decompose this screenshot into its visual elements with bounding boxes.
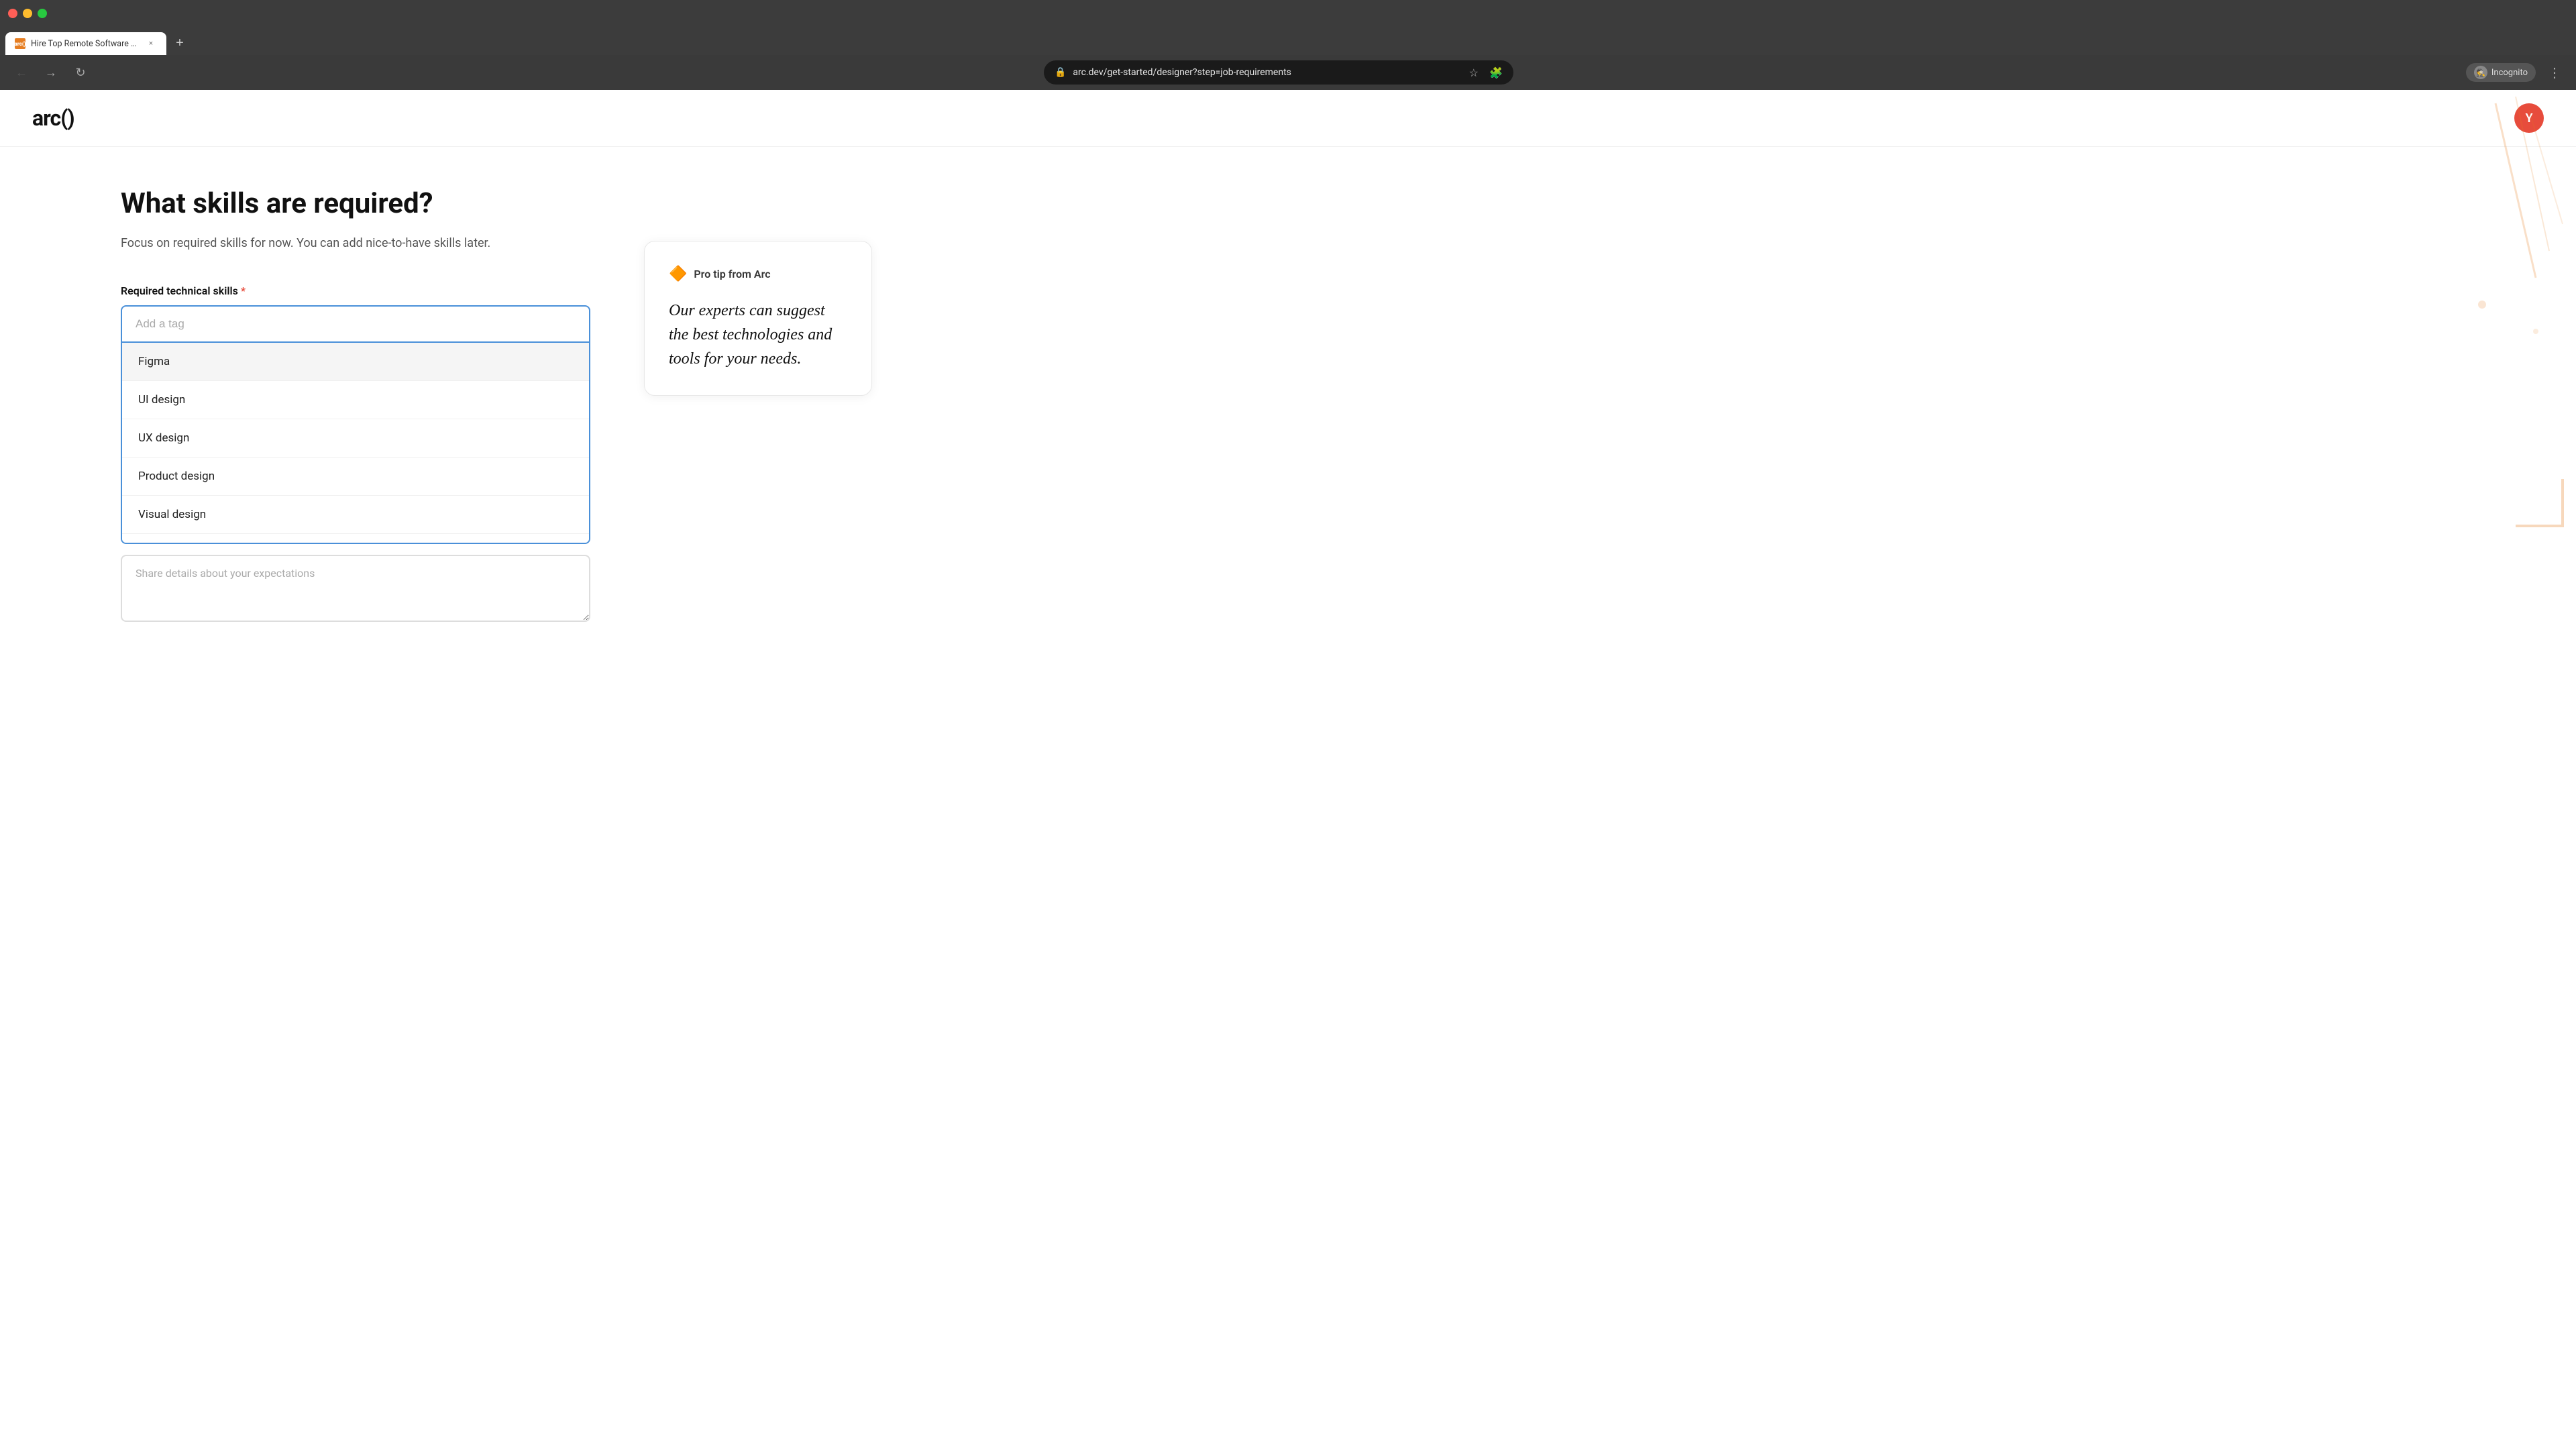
page-heading: What skills are required? — [121, 187, 590, 221]
incognito-label: Incognito — [2491, 68, 2528, 78]
pro-tip-label: Pro tip from Arc — [694, 268, 770, 280]
skills-dropdown: Figma UI design UX design Product design… — [121, 343, 590, 544]
pro-tip-section: 🔶 Pro tip from Arc Our experts can sugge… — [644, 187, 872, 625]
site-header: arc() Y — [0, 90, 2576, 147]
new-tab-button[interactable]: + — [170, 34, 189, 52]
form-section: What skills are required? Focus on requi… — [121, 187, 590, 625]
tag-input[interactable] — [121, 305, 590, 343]
dropdown-item-prototyping[interactable]: Prototyping — [122, 534, 589, 544]
pro-tip-header: 🔶 Pro tip from Arc — [669, 266, 847, 282]
address-bar[interactable]: 🔒 arc.dev/get-started/designer?step=job-… — [1044, 60, 1513, 85]
dropdown-item-visual-design[interactable]: Visual design — [122, 496, 589, 534]
pro-tip-icon: 🔶 — [669, 266, 687, 282]
user-avatar[interactable]: Y — [2514, 103, 2544, 133]
maximize-window-button[interactable] — [38, 9, 47, 18]
required-indicator: * — [241, 284, 246, 297]
expectations-textarea[interactable] — [121, 555, 590, 622]
bookmark-icon[interactable]: ☆ — [1469, 66, 1479, 79]
site-logo[interactable]: arc() — [32, 105, 74, 131]
main-container: What skills are required? Focus on requi… — [0, 147, 2576, 665]
address-text: arc.dev/get-started/designer?step=job-re… — [1073, 67, 1462, 78]
tag-input-wrapper: Figma UI design UX design Product design… — [121, 305, 590, 544]
tabs-bar: arc() Hire Top Remote Software Dev × + — [0, 27, 2576, 55]
dropdown-item-ui-design[interactable]: UI design — [122, 381, 589, 419]
field-label: Required technical skills * — [121, 284, 590, 297]
extensions-icon[interactable]: 🧩 — [1489, 66, 1503, 79]
address-bar-row: ← → ↻ 🔒 arc.dev/get-started/designer?ste… — [0, 55, 2576, 90]
dropdown-item-ux-design[interactable]: UX design — [122, 419, 589, 458]
dropdown-item-product-design[interactable]: Product design — [122, 458, 589, 496]
browser-menu-button[interactable]: ⋮ — [2544, 62, 2565, 83]
forward-button[interactable]: → — [40, 62, 62, 83]
back-button[interactable]: ← — [11, 62, 32, 83]
address-icons: ☆ 🧩 — [1469, 66, 1503, 79]
incognito-icon: 🕵 — [2474, 66, 2487, 79]
page-subtext: Focus on required skills for now. You ca… — [121, 234, 590, 252]
minimize-window-button[interactable] — [23, 9, 32, 18]
tab-favicon: arc() — [15, 38, 25, 49]
page-content: arc() Y What skills are required? Focus … — [0, 90, 2576, 1449]
dropdown-item-figma[interactable]: Figma — [122, 343, 589, 381]
titlebar — [0, 0, 2576, 27]
active-tab[interactable]: arc() Hire Top Remote Software Dev × — [5, 32, 166, 55]
incognito-badge[interactable]: 🕵 Incognito — [2466, 63, 2536, 82]
window-controls — [8, 9, 47, 18]
tab-title: Hire Top Remote Software Dev — [31, 39, 140, 49]
close-window-button[interactable] — [8, 9, 17, 18]
browser-chrome: arc() Hire Top Remote Software Dev × + ←… — [0, 0, 2576, 90]
tab-close-button[interactable]: × — [145, 38, 157, 50]
pro-tip-text: Our experts can suggest the best technol… — [669, 299, 847, 371]
pro-tip-card: 🔶 Pro tip from Arc Our experts can sugge… — [644, 241, 872, 396]
lock-icon: 🔒 — [1055, 67, 1066, 78]
reload-button[interactable]: ↻ — [70, 62, 91, 83]
